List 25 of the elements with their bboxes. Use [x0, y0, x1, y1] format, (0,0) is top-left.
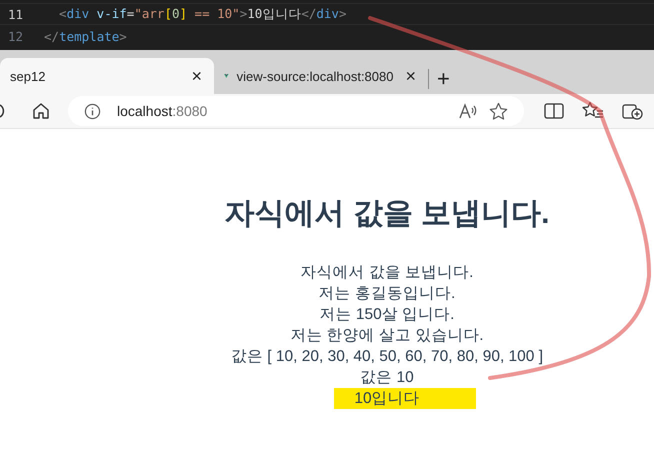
page-text-line: 자식에서 값을 보냅니다. — [300, 264, 474, 281]
page-heading: 자식에서 값을 보냅니다. — [223, 196, 550, 232]
page-text-line: 값은 [ 10, 20, 30, 40, 50, 60, 70, 80, 90, 100 ] — [230, 348, 544, 365]
url-text: localhost:8080 — [117, 103, 208, 119]
star-icon[interactable] — [489, 102, 508, 120]
browser-tab[interactable]: sep12 × — [0, 58, 214, 94]
code-text: </template> — [44, 28, 127, 44]
new-tab-button[interactable]: + — [429, 66, 458, 92]
tab-title: view-source:localhost:8080 — [236, 68, 394, 84]
info-icon — [84, 102, 101, 120]
page-text-line: 값은 10 — [360, 369, 414, 386]
address-bar[interactable]: localhost:8080 — [68, 96, 524, 126]
browser-tab[interactable]: view-source:localhost:8080 × — [214, 58, 428, 94]
home-icon[interactable] — [32, 102, 50, 120]
code-text: <div v-if="arr[0] == 10">10입니다</div> — [58, 6, 346, 22]
page-text-line: 저는 한양에 살고 있습니다. — [290, 327, 484, 344]
close-tab-button[interactable]: × — [187, 66, 206, 86]
page-text-line: 저는 홍길동입니다. — [318, 285, 456, 302]
close-tab-button[interactable]: × — [401, 66, 420, 86]
line-number: 11 — [7, 6, 24, 22]
page-text-line: 저는 150살 입니다. — [320, 306, 454, 323]
split-screen-icon[interactable] — [544, 102, 564, 120]
line-number: 12 — [7, 28, 24, 44]
tab-title: sep12 — [10, 68, 46, 84]
read-aloud-icon[interactable] — [459, 102, 479, 120]
